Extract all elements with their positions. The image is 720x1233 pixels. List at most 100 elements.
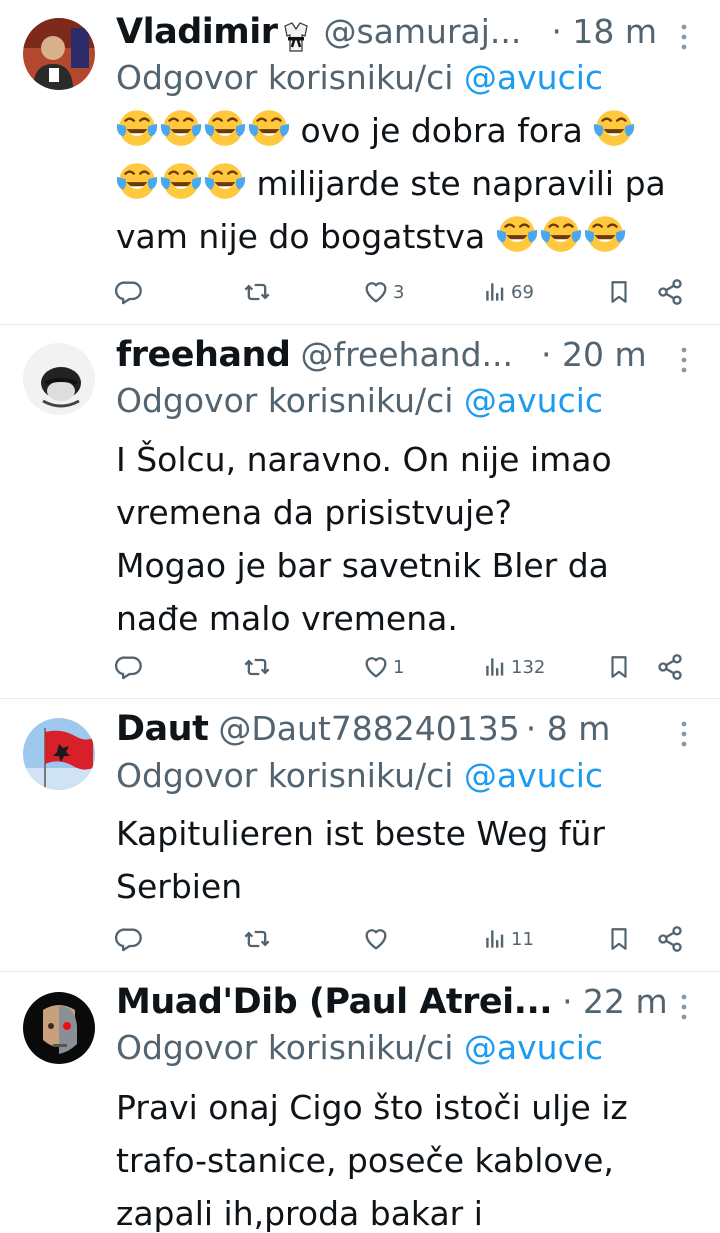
like-button[interactable]: 3	[362, 275, 404, 309]
emoji-group	[116, 159, 246, 201]
reply-button[interactable]	[115, 922, 143, 956]
bookmark-icon	[606, 925, 632, 953]
bookmark-button[interactable]	[606, 650, 632, 684]
laughing-crying-emoji	[593, 106, 635, 148]
handle[interactable]: @samuraj...	[323, 12, 521, 51]
more-icon[interactable]	[674, 714, 694, 754]
text-line: Mogao je bar savetnik Bler da	[116, 546, 609, 585]
reply-prefix: Odgovor korisniku/ci	[116, 381, 454, 420]
heart-icon	[362, 278, 390, 306]
mention-link[interactable]: @avucic	[464, 1028, 603, 1067]
views-button[interactable]: 69	[482, 275, 534, 309]
reply-button[interactable]	[115, 650, 143, 684]
timestamp[interactable]: · 22 m	[562, 982, 668, 1021]
reply-prefix: Odgovor korisniku/ci	[116, 756, 454, 795]
like-button[interactable]	[362, 922, 393, 956]
retweet-icon	[243, 925, 271, 953]
emoji-group	[496, 212, 626, 254]
reply-context: Odgovor korisniku/ci @avucic	[116, 381, 603, 420]
display-name[interactable]: Daut	[116, 709, 209, 749]
reply-icon	[115, 278, 143, 306]
views-button[interactable]: 11	[482, 922, 534, 956]
retweet-icon	[243, 653, 271, 681]
views-icon	[482, 279, 508, 305]
tweet[interactable]: Vladimir @samuraj... · 18 m Odgovor kori…	[0, 0, 720, 325]
like-button[interactable]: 1	[362, 650, 404, 684]
heart-icon	[362, 925, 390, 953]
text-line: ovo je dobra fora	[300, 111, 583, 150]
share-icon	[656, 278, 684, 306]
avatar[interactable]	[23, 718, 95, 790]
laughing-crying-emoji	[160, 106, 202, 148]
like-count: 3	[393, 281, 405, 303]
tweet-text: Kapitulieren ist beste Weg für Serbien	[116, 807, 696, 913]
avatar[interactable]	[23, 343, 95, 415]
avatar[interactable]	[23, 18, 95, 90]
bookmark-button[interactable]	[606, 922, 632, 956]
timestamp[interactable]: · 20 m	[541, 335, 647, 374]
text-line: trafo-stanice, poseče kablove,	[116, 1141, 614, 1180]
laughing-crying-emoji	[116, 159, 158, 201]
bookmark-icon	[606, 278, 632, 306]
reply-prefix: Odgovor korisniku/ci	[116, 58, 454, 97]
reply-icon	[115, 925, 143, 953]
share-button[interactable]	[656, 650, 684, 684]
display-name[interactable]: Vladimir	[116, 12, 278, 52]
tweet[interactable]: Daut @Daut788240135 · 8 m Odgovor korisn…	[0, 699, 720, 972]
laughing-crying-emoji	[116, 106, 158, 148]
share-button[interactable]	[656, 275, 684, 309]
more-icon[interactable]	[674, 987, 694, 1027]
text-line: I Šolcu, naravno. On nije imao	[116, 440, 612, 479]
laughing-crying-emoji	[584, 212, 626, 254]
timestamp[interactable]: · 8 m	[526, 709, 611, 748]
laughing-crying-emoji	[160, 159, 202, 201]
handle[interactable]: @Daut788240135	[218, 709, 519, 748]
share-icon	[656, 925, 684, 953]
mention-link[interactable]: @avucic	[464, 381, 603, 420]
views-icon	[482, 926, 508, 952]
timestamp[interactable]: · 18 m	[551, 12, 657, 51]
text-line: nađe malo vremena.	[116, 599, 458, 638]
tweet-text: ovo je dobra fora milijarde ste napravil…	[116, 104, 696, 263]
reply-icon	[115, 653, 143, 681]
retweet-button[interactable]	[243, 650, 271, 684]
text-line: Pravi onaj Cigo što istoči ulje iz	[116, 1088, 628, 1127]
laughing-crying-emoji	[248, 106, 290, 148]
laughing-crying-emoji	[496, 212, 538, 254]
bookmark-button[interactable]	[606, 275, 632, 309]
display-name[interactable]: freehand	[116, 335, 291, 375]
retweet-button[interactable]	[243, 275, 271, 309]
more-icon[interactable]	[674, 17, 694, 57]
reply-prefix: Odgovor korisniku/ci	[116, 1028, 454, 1067]
share-icon	[656, 653, 684, 681]
view-count: 69	[511, 281, 534, 303]
view-count: 132	[511, 656, 546, 678]
laughing-crying-emoji	[204, 106, 246, 148]
handle[interactable]: @freehand...	[300, 335, 513, 374]
laughing-crying-emoji	[540, 212, 582, 254]
retweet-button[interactable]	[243, 922, 271, 956]
tweet[interactable]: freehand @freehand... · 20 m Odgovor kor…	[0, 325, 720, 699]
reply-button[interactable]	[115, 275, 143, 309]
reply-context: Odgovor korisniku/ci @avucic	[116, 58, 603, 97]
mention-link[interactable]: @avucic	[464, 756, 603, 795]
action-bar: 11	[110, 922, 700, 956]
text-line: vremena da prisistvuje?	[116, 493, 513, 532]
more-icon[interactable]	[674, 340, 694, 380]
tweet[interactable]: Muad'Dib (Paul Atrei... · 22 m Odgovor k…	[0, 972, 720, 1233]
view-count: 11	[511, 928, 534, 950]
text-line: Serbien	[116, 867, 243, 906]
bookmark-icon	[606, 653, 632, 681]
action-bar: 1 132	[110, 650, 700, 684]
share-button[interactable]	[656, 922, 684, 956]
laughing-crying-emoji	[204, 159, 246, 201]
emoji-group	[593, 106, 635, 148]
views-button[interactable]: 132	[482, 650, 545, 684]
avatar[interactable]	[23, 992, 95, 1064]
like-count: 1	[393, 656, 405, 678]
mention-link[interactable]: @avucic	[464, 58, 603, 97]
retweet-icon	[243, 278, 271, 306]
display-name[interactable]: Muad'Dib (Paul Atrei...	[116, 982, 553, 1022]
text-line: Kapitulieren ist beste Weg für	[116, 814, 605, 853]
emoji-group	[116, 106, 290, 148]
